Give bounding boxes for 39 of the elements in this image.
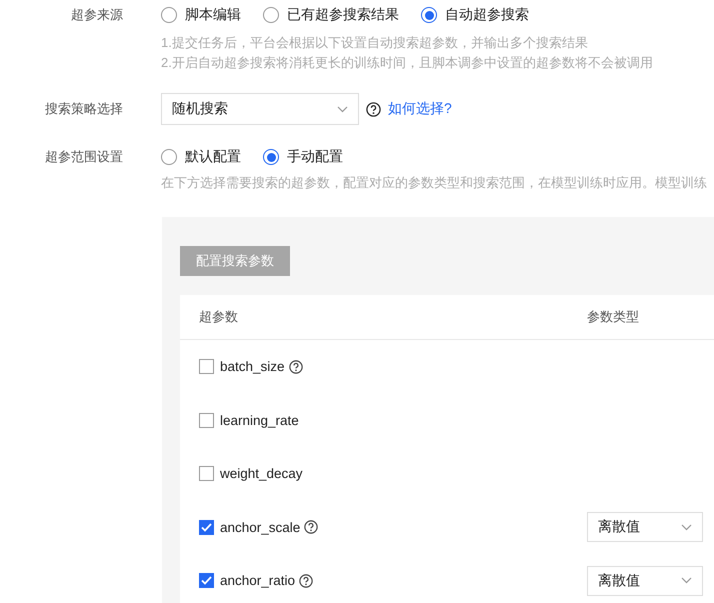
param-name: weight_decay [220,466,303,482]
checkbox[interactable] [199,520,214,535]
checkbox[interactable] [199,412,214,428]
radio-circle[interactable] [161,149,177,165]
field-label: 超参范围设置 [44,148,123,166]
help-link[interactable]: 如何选择? [388,100,452,118]
radio-circle[interactable] [263,149,279,165]
radio-option[interactable]: 已有超参搜索结果 [263,6,399,24]
strategy-select[interactable]: 随机搜索 [161,93,359,125]
radio-circle[interactable] [263,7,279,23]
chevron-down-icon [337,106,348,112]
field-label: 超参来源 [70,6,123,24]
radio-circle[interactable] [161,7,177,23]
hint-text: 2.开启自动超参搜索将消耗更长的训练时间，且脚本调参中设置的超参数将不会被调用 [161,54,654,72]
hint-text: 1.提交任务后，平台会根据以下设置自动搜索超参数，并输出多个搜索结果 [161,34,589,52]
help-icon[interactable] [366,102,381,116]
radio-option[interactable]: 脚本编辑 [161,6,241,24]
chevron-down-icon [681,524,692,531]
param-name: learning_rate [220,412,299,428]
field-label: 搜索策略选择 [44,100,123,118]
chevron-down-icon [681,577,692,584]
checkbox[interactable] [199,359,214,374]
help-icon[interactable] [288,360,303,374]
radio-option[interactable]: 默认配置 [161,148,241,166]
radio-option[interactable]: 自动超参搜索 [421,6,529,24]
column-header: 超参数 [199,308,239,326]
param-type-select[interactable]: 离散值 [587,566,703,596]
hint-text: 在下方选择需要搜索的超参数，配置对应的参数类型和搜索范围，在模型训练时应用。模型训练 [161,174,708,192]
checkbox[interactable] [199,573,214,588]
param-name: anchor_ratio [220,573,296,588]
radio-option[interactable]: 手动配置 [263,148,343,166]
param-name: batch_size [220,359,285,374]
radio-circle[interactable] [421,7,437,23]
column-header: 参数类型 [587,308,639,326]
help-icon[interactable] [304,520,318,534]
checkbox[interactable] [199,466,214,482]
param-name: anchor_scale [220,520,300,535]
param-type-select[interactable]: 离散值 [587,512,703,542]
help-icon[interactable] [299,574,314,588]
